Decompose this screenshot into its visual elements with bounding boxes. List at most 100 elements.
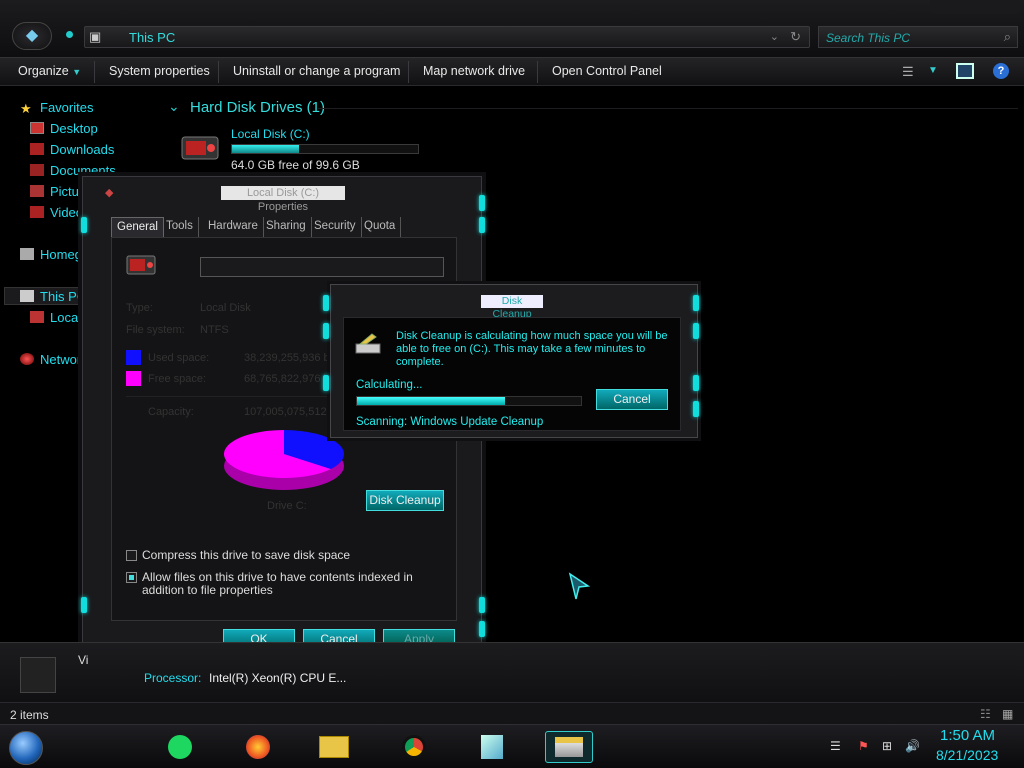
frame-decoration <box>81 217 87 233</box>
uninstall-program-button[interactable]: Uninstall or change a program <box>233 64 400 78</box>
address-dropdown-icon[interactable]: ⌄ <box>770 30 779 43</box>
index-label: Allow files on this drive to have conten… <box>142 570 413 597</box>
homegroup-icon <box>20 248 34 260</box>
refresh-icon[interactable]: ↻ <box>790 29 801 45</box>
network-tray-icon[interactable]: ⊞ <box>882 739 892 753</box>
chevron-down-icon: ▼ <box>72 67 82 77</box>
frame-decoration <box>693 323 699 339</box>
index-checkbox[interactable] <box>126 572 137 583</box>
taskbar-chrome[interactable] <box>390 731 438 763</box>
nav-item-this-pc[interactable]: This PC <box>20 289 86 304</box>
back-forward-button[interactable]: ◆ <box>12 22 52 50</box>
tab-tools[interactable]: Tools <box>161 217 199 237</box>
frame-decoration <box>693 295 699 311</box>
frame-decoration <box>693 401 699 417</box>
open-control-panel-button[interactable]: Open Control Panel <box>552 64 662 78</box>
cancel-button[interactable]: Cancel <box>596 389 668 410</box>
drive-usage-fill <box>232 145 299 153</box>
divider <box>537 61 538 83</box>
capacity-value: 107,005,075,512 b <box>244 406 336 418</box>
organize-button[interactable]: Organize ▼ <box>18 64 81 78</box>
window-title: Local Disk (C:) Properties <box>221 186 345 213</box>
firefox-icon <box>246 735 270 759</box>
disk-cleanup-button[interactable]: Disk Cleanup <box>366 490 444 511</box>
tab-general[interactable]: General <box>111 217 164 237</box>
tab-quota[interactable]: Quota <box>359 217 402 237</box>
frame-decoration <box>693 375 699 391</box>
nav-item-downloads[interactable]: Downloads <box>30 142 114 157</box>
nav-item-homegroup[interactable]: Homeg <box>20 247 82 262</box>
search-input[interactable]: Search This PC ⌕ <box>818 26 1018 48</box>
item-count: 2 items <box>10 708 49 722</box>
computer-icon: ▣ <box>89 29 102 44</box>
drive-label: Drive C: <box>267 500 307 512</box>
nav-item-pictures[interactable]: Pictu <box>30 184 79 199</box>
frame-decoration <box>479 597 485 613</box>
frame-decoration <box>323 295 329 311</box>
start-button[interactable] <box>9 731 43 765</box>
group-divider <box>318 108 1018 109</box>
nav-item-videos[interactable]: Video <box>30 205 83 220</box>
search-placeholder: Search This PC <box>826 31 911 45</box>
map-network-drive-button[interactable]: Map network drive <box>423 64 525 78</box>
nav-item-desktop[interactable]: Desktop <box>30 121 98 136</box>
progress-bar <box>356 396 582 406</box>
nav-label: Desktop <box>50 121 98 136</box>
chevron-down-icon[interactable]: ⌄ <box>168 98 180 115</box>
address-bar[interactable]: ▣ This PC ⌄ ↻ <box>84 26 810 48</box>
clock-date[interactable]: 8/21/2023 <box>936 747 998 763</box>
recent-pages-dot[interactable] <box>66 31 73 38</box>
tab-sharing[interactable]: Sharing <box>261 217 312 237</box>
downloads-icon <box>30 143 44 155</box>
nav-label: Local <box>50 310 82 325</box>
system-properties-button[interactable]: System properties <box>109 64 210 78</box>
command-bar: Organize ▼ System properties Uninstall o… <box>0 58 1024 86</box>
taskbar-disk-cleanup[interactable] <box>545 731 593 763</box>
help-icon[interactable]: ? <box>993 63 1009 79</box>
nav-item-local-disk[interactable]: Local <box>30 310 81 325</box>
disk-usage-pie-chart <box>222 428 346 492</box>
pictures-icon <box>30 185 44 197</box>
dialog-title: Disk Cleanup <box>481 295 543 320</box>
taskbar-firefox[interactable] <box>234 731 282 763</box>
preview-pane-icon[interactable] <box>956 63 974 79</box>
explorer-topbar: ◆ ▣ This PC ⌄ ↻ Search This PC ⌕ <box>0 0 1024 58</box>
nav-item-favorites[interactable]: ★ Favorites <box>20 100 93 116</box>
group-header[interactable]: Hard Disk Drives (1) <box>190 99 325 116</box>
progress-fill <box>357 397 505 405</box>
computer-icon <box>20 657 56 693</box>
taskbar-app[interactable] <box>468 731 516 763</box>
flag-icon[interactable]: ⚑ <box>858 739 869 753</box>
large-icons-view-icon[interactable]: ▦ <box>1002 707 1013 721</box>
compress-checkbox[interactable] <box>126 550 137 561</box>
tab-bar: General Tools Hardware Sharing Security … <box>111 217 457 237</box>
tab-security[interactable]: Security <box>309 217 362 237</box>
dialog-message: Disk Cleanup is calculating how much spa… <box>396 330 668 368</box>
network-icon <box>20 353 34 365</box>
documents-icon <box>30 164 44 176</box>
scanning-status: Scanning: Windows Update Cleanup <box>356 416 544 428</box>
volume-icon[interactable]: 🔊 <box>905 739 920 753</box>
nav-item-network[interactable]: Network <box>20 352 88 367</box>
compress-label: Compress this drive to save disk space <box>142 548 351 562</box>
address-text: This PC <box>129 30 176 45</box>
search-icon[interactable]: ⌕ <box>1004 29 1011 45</box>
drive-label-input[interactable] <box>200 257 444 277</box>
window-controls[interactable] <box>930 0 1020 14</box>
tab-hardware[interactable]: Hardware <box>203 217 264 237</box>
filesystem-value: NTFS <box>200 324 229 336</box>
free-space-label: Free space: <box>148 373 207 385</box>
drive-name[interactable]: Local Disk (C:) <box>231 127 310 141</box>
view-options-icon[interactable]: ☰ <box>902 64 914 80</box>
taskbar-menu-icon[interactable]: ☰ <box>830 739 841 753</box>
drive-icon: ◆ <box>105 187 114 199</box>
videos-icon <box>30 206 44 218</box>
clock-time[interactable]: 1:50 AM <box>940 727 995 744</box>
details-text: Vi <box>78 653 89 667</box>
frame-decoration <box>479 195 485 211</box>
view-dropdown-icon[interactable]: ▼ <box>928 65 938 76</box>
taskbar-spotify[interactable] <box>156 731 204 763</box>
nav-label: Video <box>50 205 84 220</box>
details-view-icon[interactable]: ☷ <box>980 707 991 721</box>
taskbar-file-explorer[interactable] <box>310 731 358 763</box>
